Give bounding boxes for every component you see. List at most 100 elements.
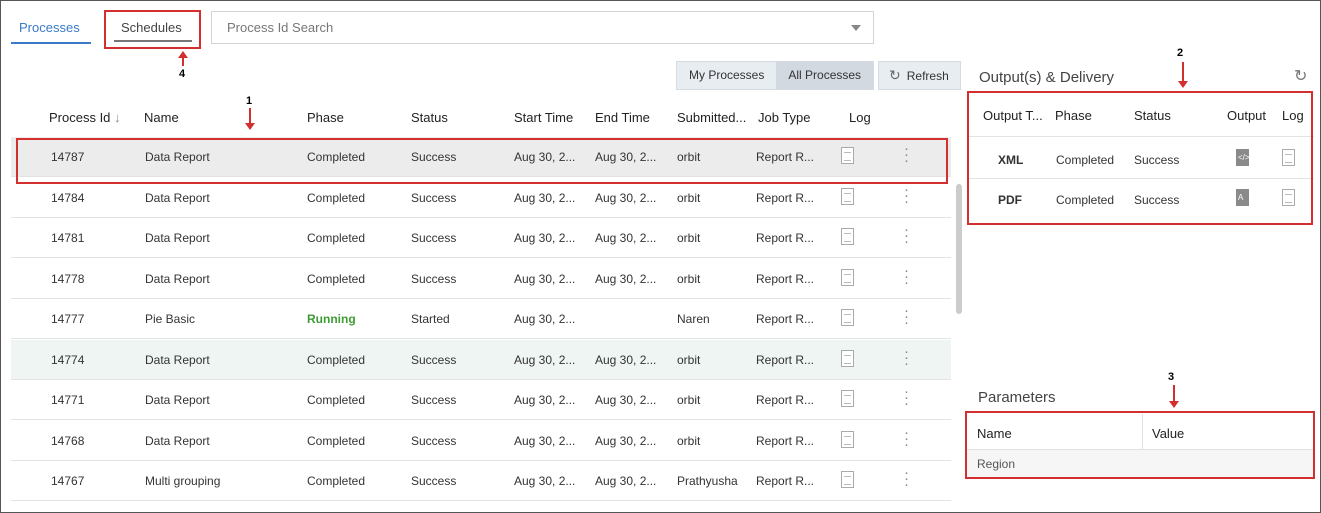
annotation-arrow-line-2 — [1182, 62, 1184, 81]
scrollbar[interactable] — [956, 184, 962, 314]
cell-submitted-by: orbit — [677, 190, 701, 205]
log-icon[interactable] — [841, 187, 854, 205]
log-icon[interactable] — [841, 268, 854, 286]
cell-submitted-by: orbit — [677, 352, 701, 367]
refresh-button[interactable]: ↻ Refresh — [878, 61, 961, 90]
cell-status: Success — [411, 271, 457, 286]
cell-status: Success — [411, 393, 457, 407]
chevron-down-icon[interactable] — [851, 25, 861, 31]
col-phase[interactable]: Phase — [307, 110, 344, 125]
all-processes-button[interactable]: All Processes — [776, 62, 874, 89]
table-row[interactable]: 14771 Data Report Completed Success Aug 30, … — [11, 380, 951, 420]
cell-process-id: 14778 — [51, 271, 85, 286]
cell-phase: Completed — [307, 474, 366, 488]
annotation-label-4: 4 — [179, 68, 186, 80]
cell-job-type: Report R... — [756, 312, 815, 326]
cell-name: Data Report — [145, 433, 210, 448]
table-row[interactable]: 14768 Data Report Completed Success Aug 30, … — [11, 421, 951, 461]
more-options-icon[interactable]: · · · — [904, 222, 909, 249]
col-status[interactable]: Status — [411, 110, 448, 125]
col-job-type[interactable]: Job Type — [758, 110, 811, 125]
cell-phase: Running — [307, 312, 356, 326]
annotation-arrow-1 — [245, 123, 255, 130]
cell-start-time: Aug 30, 2... — [514, 352, 576, 367]
cell-job-type: Report R... — [756, 474, 815, 488]
table-row[interactable]: 14781 Data Report Completed Success Aug 30, … — [11, 218, 951, 258]
my-processes-button[interactable]: My Processes — [677, 62, 777, 89]
cell-end-time: Aug 30, 2... — [595, 231, 657, 245]
cell-end-time: Aug 30, 2... — [595, 474, 657, 488]
cell-name: Pie Basic — [145, 312, 196, 326]
tab-processes[interactable]: Processes — [19, 20, 80, 35]
active-tab-indicator — [11, 42, 91, 44]
annotation-label-1: 1 — [246, 95, 253, 107]
cell-process-id: 14767 — [51, 474, 85, 488]
cell-process-id: 14784 — [51, 190, 85, 205]
annotation-box-1 — [16, 138, 948, 184]
annotation-box-3 — [965, 411, 1315, 479]
process-id-search[interactable] — [211, 11, 874, 44]
cell-submitted-by: orbit — [677, 231, 701, 245]
more-options-icon[interactable]: · · · — [904, 384, 909, 411]
table-row[interactable]: 14774 Data Report Completed Success Aug 30, … — [11, 339, 951, 380]
col-end-time[interactable]: End Time — [595, 110, 650, 125]
cell-phase: Completed — [307, 271, 366, 286]
annotation-label-2: 2 — [1177, 47, 1184, 59]
more-options-icon[interactable]: · · · — [904, 263, 909, 290]
more-options-icon[interactable]: · · · — [904, 303, 909, 330]
log-icon[interactable] — [841, 390, 854, 407]
cell-submitted-by: Prathyusha — [677, 474, 738, 488]
cell-job-type: Report R... — [756, 190, 815, 205]
log-icon[interactable] — [841, 430, 854, 448]
cell-status: Started — [411, 312, 450, 326]
refresh-outputs-icon[interactable]: ↻ — [1294, 66, 1307, 86]
cell-name: Data Report — [145, 231, 210, 245]
cell-status: Success — [411, 231, 457, 245]
cell-submitted-by: Naren — [677, 312, 710, 326]
log-icon[interactable] — [841, 471, 854, 488]
annotation-label-3: 3 — [1168, 371, 1175, 383]
cell-job-type: Report R... — [756, 352, 815, 367]
cell-end-time: Aug 30, 2... — [595, 352, 657, 367]
cell-submitted-by: orbit — [677, 271, 701, 286]
table-row[interactable]: 14767 Multi grouping Completed Success Aug 3… — [11, 461, 951, 501]
col-start-time[interactable]: Start Time — [514, 110, 573, 125]
log-icon[interactable] — [841, 309, 854, 326]
table-row[interactable]: 14778 Data Report Completed Success Aug 30, … — [11, 259, 951, 299]
cell-submitted-by: orbit — [677, 393, 701, 407]
cell-start-time: Aug 30, 2... — [514, 231, 576, 245]
cell-process-id: 14771 — [51, 393, 85, 407]
cell-name: Multi grouping — [145, 474, 221, 488]
table-header: Process Id ↓ Name Phase Status Start Tim… — [11, 97, 951, 137]
annotation-arrow-line-4 — [182, 57, 184, 66]
sort-down-icon: ↓ — [114, 110, 121, 125]
cell-start-time: Aug 30, 2... — [514, 271, 576, 286]
col-name[interactable]: Name — [144, 110, 179, 125]
cell-process-id: 14781 — [51, 231, 85, 245]
more-options-icon[interactable]: · · · — [904, 182, 909, 209]
outputs-title: Output(s) & Delivery — [979, 69, 1115, 86]
annotation-box-2 — [967, 91, 1313, 225]
log-icon[interactable] — [841, 349, 854, 367]
cell-job-type: Report R... — [756, 393, 815, 407]
log-icon[interactable] — [841, 228, 854, 245]
annotation-arrow-line-3 — [1173, 385, 1175, 402]
cell-process-id: 14777 — [51, 312, 85, 326]
col-process-id[interactable]: Process Id ↓ — [49, 110, 121, 125]
cell-start-time: Aug 30, 2... — [514, 393, 576, 407]
more-options-icon[interactable]: · · · — [904, 344, 909, 371]
col-log[interactable]: Log — [849, 110, 871, 125]
cell-end-time: Aug 30, 2... — [595, 190, 657, 205]
more-options-icon[interactable]: · · · — [904, 465, 909, 492]
col-submitted[interactable]: Submitted... — [677, 110, 746, 125]
cell-start-time: Aug 30, 2... — [514, 190, 576, 205]
process-id-search-input[interactable] — [212, 12, 832, 43]
table-row[interactable]: 14777 Pie Basic Running Started Aug 30, 2...… — [11, 299, 951, 339]
more-options-icon[interactable]: · · · — [904, 425, 909, 452]
annotation-arrow-2 — [1178, 81, 1188, 88]
cell-phase: Completed — [307, 231, 366, 245]
cell-job-type: Report R... — [756, 231, 815, 245]
cell-name: Data Report — [145, 352, 210, 367]
cell-end-time: Aug 30, 2... — [595, 271, 657, 286]
process-filter: My Processes All Processes — [676, 61, 875, 90]
